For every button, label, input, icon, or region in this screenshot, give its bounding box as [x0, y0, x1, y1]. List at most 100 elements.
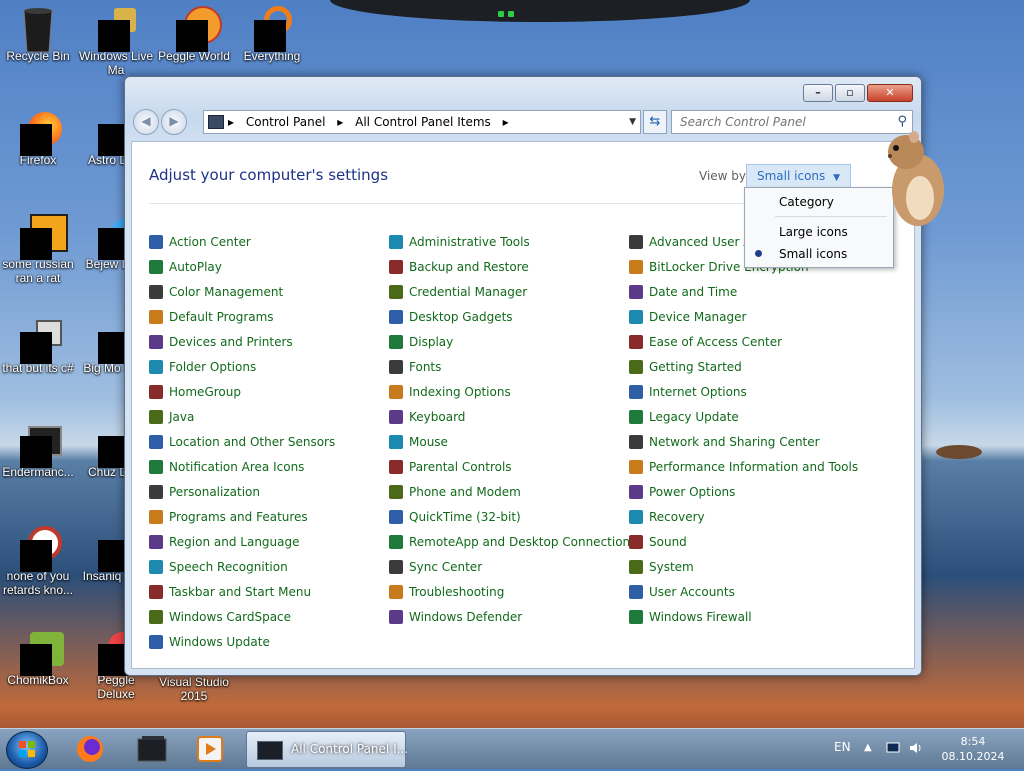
cp-item-taskbar-and-start-menu[interactable]: Taskbar and Start Menu	[149, 584, 389, 609]
cp-item-user-accounts[interactable]: User Accounts	[629, 584, 869, 609]
action-center-icon[interactable]	[886, 742, 900, 754]
desktop-icon-recycle-bin[interactable]: Recycle Bin	[0, 6, 76, 63]
desktop-icon-that-but-its-csharp[interactable]: that but its c#	[0, 318, 76, 375]
breadcrumb-separator-icon[interactable]: ▸	[503, 115, 509, 129]
cp-item-java[interactable]: Java	[149, 409, 389, 434]
system-clock[interactable]: 8:54 08.10.2024	[936, 734, 1010, 764]
cp-item-personalization[interactable]: Personalization	[149, 484, 389, 509]
cp-item-power-options[interactable]: Power Options	[629, 484, 869, 509]
cp-item-system[interactable]: System	[629, 559, 869, 584]
cp-item-windows-defender[interactable]: Windows Defender	[389, 609, 629, 634]
cp-item-network-and-sharing-center[interactable]: Network and Sharing Center	[629, 434, 869, 459]
cp-item-location-and-other-sensors[interactable]: Location and Other Sensors	[149, 434, 389, 459]
minimize-button[interactable]: –	[803, 84, 833, 102]
cp-item-color-management[interactable]: Color Management	[149, 284, 389, 309]
menu-item-large-icons[interactable]: Large icons	[745, 222, 893, 242]
breadcrumb-all-items[interactable]: All Control Panel Items	[355, 115, 491, 129]
breadcrumb-separator-icon[interactable]: ▸	[228, 115, 234, 129]
cp-item-administrative-tools[interactable]: Administrative Tools	[389, 234, 629, 259]
cp-item-label: Java	[169, 410, 195, 424]
back-button[interactable]: ◀	[133, 109, 159, 135]
menu-item-category[interactable]: Category	[745, 192, 893, 212]
cp-item-troubleshooting[interactable]: Troubleshooting	[389, 584, 629, 609]
peggle-world-icon	[174, 6, 222, 52]
cp-item-devices-and-printers[interactable]: Devices and Printers	[149, 334, 389, 359]
address-dropdown-icon[interactable]: ▼	[629, 111, 636, 133]
cp-item-legacy-update[interactable]: Legacy Update	[629, 409, 869, 434]
cp-item-label: Fonts	[409, 360, 442, 374]
taskbar-control-panel[interactable]: All Control Panel I...	[246, 731, 408, 768]
search-box[interactable]: ⚲	[671, 110, 913, 134]
cp-item-label: Speech Recognition	[169, 560, 288, 574]
cp-item-icon	[149, 585, 163, 599]
show-hidden-icons-button[interactable]: ▲	[864, 742, 872, 753]
desktop-icon-endermanch[interactable]: Endermanc...	[0, 422, 76, 479]
breadcrumb-control-panel[interactable]: Control Panel	[246, 115, 326, 129]
search-input[interactable]	[678, 111, 882, 133]
cp-item-label: Advanced User Ac	[649, 235, 758, 249]
cp-item-backup-and-restore[interactable]: Backup and Restore	[389, 259, 629, 284]
desktop-icon-firefox[interactable]: Firefox	[0, 110, 76, 167]
wallpaper-top-decoration	[330, 0, 750, 22]
cp-item-keyboard[interactable]: Keyboard	[389, 409, 629, 434]
cp-item-region-and-language[interactable]: Region and Language	[149, 534, 389, 559]
desktop-icon-chomikbox[interactable]: ChomikBox	[0, 630, 76, 687]
control-panel-icon	[257, 741, 283, 760]
desktop-icon-none-of-you[interactable]: none of you retards kno...	[0, 526, 76, 597]
taskbar-media-player[interactable]	[190, 733, 230, 765]
cp-item-recovery[interactable]: Recovery	[629, 509, 869, 534]
desktop-icon-windows-live-mail[interactable]: Windows Live Ma	[78, 6, 154, 77]
cp-item-ease-of-access-center[interactable]: Ease of Access Center	[629, 334, 869, 359]
desktop-icon-some-russian-ran-a-rat[interactable]: some russian ran a rat	[0, 214, 76, 285]
language-indicator[interactable]: EN	[834, 740, 851, 754]
cp-item-action-center[interactable]: Action Center	[149, 234, 389, 259]
desktop-icon-everything[interactable]: Everything	[234, 6, 310, 63]
cp-item-remoteapp-and-desktop-connections[interactable]: RemoteApp and Desktop Connections	[389, 534, 636, 559]
cp-item-default-programs[interactable]: Default Programs	[149, 309, 389, 334]
cp-item-notification-area-icons[interactable]: Notification Area Icons	[149, 459, 389, 484]
cp-item-icon	[149, 535, 163, 549]
cp-item-getting-started[interactable]: Getting Started	[629, 359, 869, 384]
address-bar[interactable]: ▸ Control Panel ▸ All Control Panel Item…	[203, 110, 641, 134]
cp-item-internet-options[interactable]: Internet Options	[629, 384, 869, 409]
cp-item-sync-center[interactable]: Sync Center	[389, 559, 629, 584]
maximize-button[interactable]: ▫	[835, 84, 865, 102]
cp-item-device-manager[interactable]: Device Manager	[629, 309, 869, 334]
cp-item-windows-cardspace[interactable]: Windows CardSpace	[149, 609, 389, 634]
view-by-dropdown[interactable]: Small icons ▼	[746, 164, 852, 188]
cp-item-indexing-options[interactable]: Indexing Options	[389, 384, 629, 409]
cp-item-performance-information-and-tools[interactable]: Performance Information and Tools	[629, 459, 869, 484]
cp-item-autoplay[interactable]: AutoPlay	[149, 259, 389, 284]
cp-item-programs-and-features[interactable]: Programs and Features	[149, 509, 389, 534]
cp-item-desktop-gadgets[interactable]: Desktop Gadgets	[389, 309, 629, 334]
cp-item-credential-manager[interactable]: Credential Manager	[389, 284, 629, 309]
cp-item-date-and-time[interactable]: Date and Time	[629, 284, 869, 309]
cp-item-folder-options[interactable]: Folder Options	[149, 359, 389, 384]
cp-item-icon	[149, 310, 163, 324]
cp-item-windows-update[interactable]: Windows Update	[149, 634, 389, 659]
cp-item-display[interactable]: Display	[389, 334, 629, 359]
forward-button[interactable]: ▶	[161, 109, 187, 135]
taskbar-firefox[interactable]	[70, 733, 110, 765]
cp-item-fonts[interactable]: Fonts	[389, 359, 629, 384]
refresh-button[interactable]: ⇆	[643, 110, 667, 134]
speaker-icon[interactable]	[908, 742, 922, 754]
cp-item-homegroup[interactable]: HomeGroup	[149, 384, 389, 409]
menu-item-small-icons[interactable]: Small icons	[745, 244, 893, 264]
cp-item-icon	[629, 560, 643, 574]
cp-item-phone-and-modem[interactable]: Phone and Modem	[389, 484, 629, 509]
cp-item-label: Power Options	[649, 485, 736, 499]
search-icon[interactable]: ⚲	[897, 114, 907, 129]
cp-item-parental-controls[interactable]: Parental Controls	[389, 459, 629, 484]
start-button[interactable]	[6, 731, 48, 769]
cp-item-quicktime-32-bit[interactable]: QuickTime (32-bit)	[389, 509, 629, 534]
cp-item-windows-firewall[interactable]: Windows Firewall	[629, 609, 869, 634]
cp-item-speech-recognition[interactable]: Speech Recognition	[149, 559, 389, 584]
close-button[interactable]: ✕	[867, 84, 913, 102]
desktop-icon-peggle-world[interactable]: Peggle World	[156, 6, 232, 63]
cp-item-sound[interactable]: Sound	[629, 534, 869, 559]
cp-item-mouse[interactable]: Mouse	[389, 434, 629, 459]
menu-item-small-icons-label: Small icons	[779, 247, 848, 261]
taskbar-explorer[interactable]	[132, 733, 172, 765]
breadcrumb-separator-icon[interactable]: ▸	[337, 115, 343, 129]
